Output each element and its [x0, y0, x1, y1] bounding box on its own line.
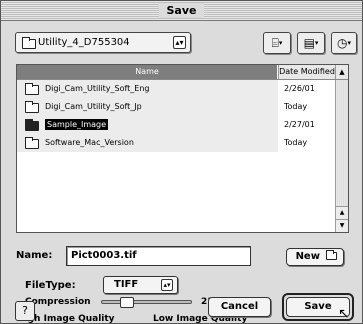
help-button[interactable]: ? — [15, 301, 35, 321]
file-date: Today — [284, 102, 308, 111]
mouse-cursor-icon: ↖ — [338, 306, 350, 322]
scroll-down-arrow-icon[interactable]: ▼ — [336, 219, 348, 232]
list-header: Name Date Modified ▲ — [17, 65, 348, 80]
vertical-scrollbar[interactable]: ▲ ▼ — [335, 80, 348, 232]
folder-menu-icon: ▤ — [303, 36, 315, 50]
file-name: Sample_Image — [45, 119, 109, 130]
folder-icon — [326, 250, 338, 260]
folder-icon — [25, 119, 39, 131]
column-header-date[interactable]: Date Modified — [278, 65, 335, 79]
folder-icon — [22, 37, 36, 49]
compression-slider-thumb[interactable] — [120, 297, 135, 308]
compression-slider[interactable] — [101, 300, 192, 304]
dropdown-arrow-icon: ▾ — [347, 39, 351, 47]
cancel-button[interactable]: Cancel — [208, 297, 271, 317]
save-dialog: Save Utility_4_D755304 ▴▾ ⌸▾ ▤▾ ◷▾ Name … — [0, 0, 363, 324]
popup-arrows-icon: ▴▾ — [161, 279, 173, 291]
dropdown-arrow-icon: ▾ — [278, 39, 283, 47]
name-cell: Digi_Cam_Utility_Soft_Eng — [17, 80, 278, 98]
popup-arrows-icon: ▴▾ — [173, 36, 186, 49]
file-date: 2/27/01 — [284, 120, 315, 129]
list-item[interactable]: Software_Mac_Version Today — [17, 134, 335, 152]
folder-popup-label: Utility_4_D755304 — [38, 37, 130, 48]
window-title: Save — [158, 3, 205, 18]
scroll-up-arrow-icon[interactable]: ▲ — [336, 206, 348, 219]
new-button-label: New — [295, 251, 320, 262]
title-bar[interactable]: Save — [1, 1, 362, 21]
recent-button[interactable]: ◷▾ — [331, 32, 357, 54]
name-label: Name: — [16, 250, 53, 261]
file-date: 2/26/01 — [284, 84, 315, 93]
sort-direction-icon[interactable]: ▲ — [335, 65, 348, 79]
list-item[interactable]: Digi_Cam_Utility_Soft_Jp Today — [17, 98, 335, 116]
filetype-popup[interactable]: TIFF ▴▾ — [103, 276, 178, 294]
list-item-selected[interactable]: Sample_Image 2/27/01 — [17, 116, 335, 134]
cancel-button-label: Cancel — [220, 301, 259, 312]
file-name: Digi_Cam_Utility_Soft_Jp — [45, 102, 142, 111]
new-folder-button[interactable]: New — [286, 248, 344, 266]
filetype-value: TIFF — [114, 279, 139, 290]
name-cell: Software_Mac_Version — [17, 134, 278, 152]
name-cell: Sample_Image — [17, 116, 278, 134]
filename-input[interactable]: Pict0003.tif — [66, 246, 251, 266]
help-icon: ? — [22, 304, 28, 317]
dropdown-arrow-icon: ▾ — [314, 39, 319, 47]
folder-menu-button[interactable]: ▤▾ — [297, 32, 325, 54]
drive-button[interactable]: ⌸▾ — [263, 32, 291, 54]
drive-icon: ⌸ — [271, 36, 279, 50]
folder-popup[interactable]: Utility_4_D755304 ▴▾ — [15, 32, 191, 53]
column-header-name[interactable]: Name — [17, 65, 277, 79]
file-name: Digi_Cam_Utility_Soft_Eng — [45, 84, 150, 93]
name-cell: Digi_Cam_Utility_Soft_Jp — [17, 98, 278, 116]
filetype-label: FileType: — [25, 280, 76, 291]
file-rows: Digi_Cam_Utility_Soft_Eng 2/26/01 Digi_C… — [17, 80, 335, 152]
folder-icon — [25, 83, 39, 95]
document-icon — [25, 137, 39, 149]
list-item[interactable]: Digi_Cam_Utility_Soft_Eng 2/26/01 — [17, 80, 335, 98]
folder-icon — [25, 101, 39, 113]
file-name: Software_Mac_Version — [45, 138, 134, 147]
file-date: Today — [284, 138, 308, 147]
file-list: Name Date Modified ▲ Digi_Cam_Utility_So… — [16, 64, 349, 233]
clock-icon: ◷ — [337, 36, 348, 50]
